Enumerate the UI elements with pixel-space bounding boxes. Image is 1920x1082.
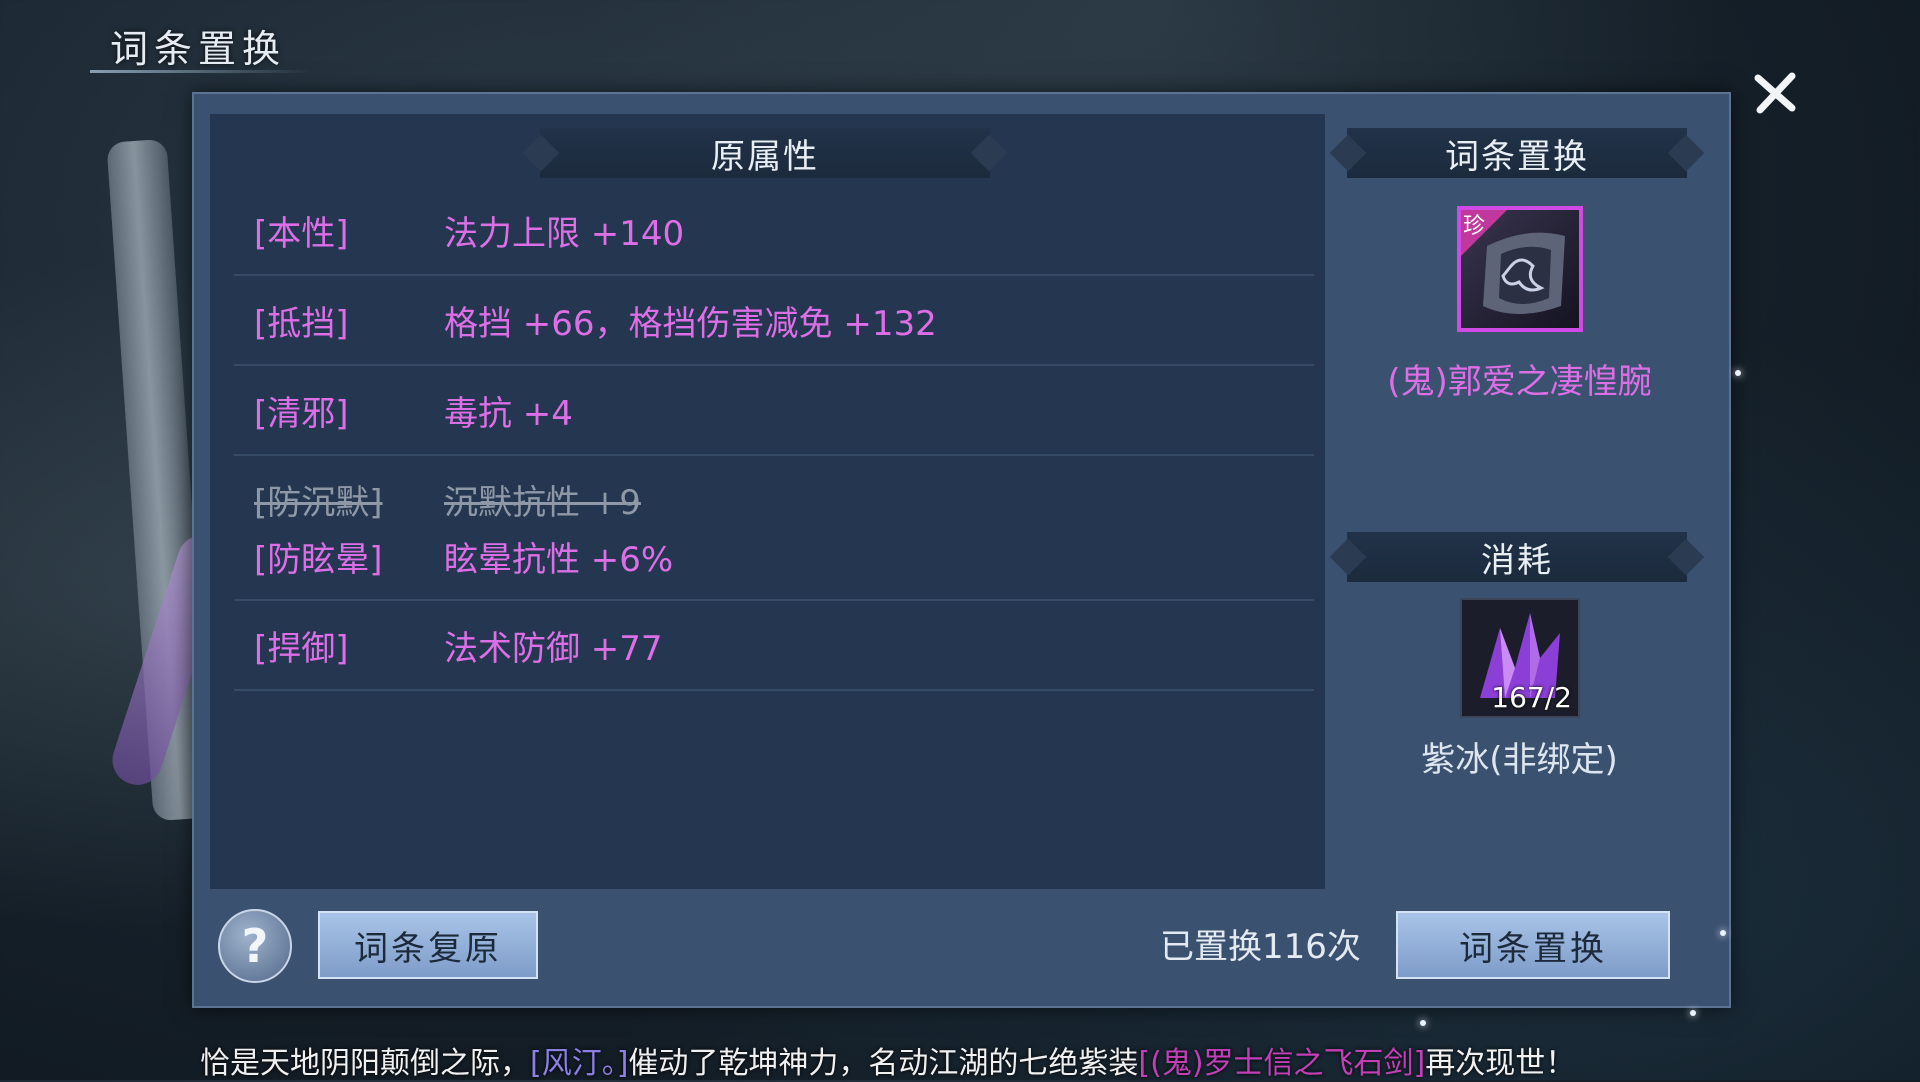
broadcast-ticker: 恰是天地阴阳颠倒之际， [风汀。] 催动了乾坤神力，名动江湖的七绝紫装 [(鬼)… <box>200 1038 1700 1082</box>
attribute-tag: [清邪] <box>254 393 349 434</box>
cost-header-label: 消耗 <box>1481 540 1553 581</box>
attribute-value: 法术防御 +77 <box>444 628 663 669</box>
replace-header: 词条置换 <box>1347 128 1687 178</box>
sparkle-decoration <box>1720 930 1726 936</box>
ticker-item-link[interactable]: [(鬼)罗士信之飞石剑] <box>1138 1038 1425 1082</box>
replace-button[interactable]: 词条置换 <box>1396 911 1670 979</box>
window-title: 词条置换 <box>110 27 287 71</box>
equipment-name: (鬼)郭爱之凄惶腕 <box>1387 362 1652 402</box>
attribute-row: [捍御] 法术防御 +77 <box>234 601 1314 691</box>
replace-panel: 原属性 [本性] 法力上限 +140 [抵挡] 格挡 +66，格挡伤害减免 +1… <box>192 92 1731 1008</box>
attribute-row: [本性] 法力上限 +140 <box>234 186 1314 276</box>
attribute-tag: [捍御] <box>254 628 349 669</box>
sparkle-decoration <box>1690 1010 1696 1016</box>
attribute-value: 格挡 +66，格挡伤害减免 +132 <box>444 303 937 344</box>
attribute-tag: [本性] <box>254 213 349 254</box>
sparkle-decoration <box>1420 1020 1426 1026</box>
cost-header: 消耗 <box>1347 532 1687 582</box>
attribute-row: [抵挡] 格挡 +66，格挡伤害减免 +132 <box>234 276 1314 366</box>
attribute-row: [防沉默] 沉默抗性 +9 [防眩晕] 眩晕抗性 +6% <box>234 456 1314 601</box>
attribute-value-struck: 沉默抗性 +9 <box>444 482 641 523</box>
close-button[interactable] <box>1750 68 1800 118</box>
attribute-row: [清邪] 毒抗 +4 <box>234 366 1314 456</box>
replace-count: 已置换116次 <box>1160 927 1361 967</box>
attribute-list: [本性] 法力上限 +140 [抵挡] 格挡 +66，格挡伤害减免 +132 [… <box>234 186 1314 691</box>
help-button[interactable]: ? <box>218 909 292 983</box>
attribute-tag: [防眩晕] <box>254 539 383 580</box>
replace-header-label: 词条置换 <box>1445 136 1589 177</box>
equipment-slot[interactable]: 珍 <box>1457 206 1583 332</box>
ticker-text-2: 催动了乾坤神力，名动江湖的七绝紫装 <box>628 1046 1139 1081</box>
material-slot[interactable]: 167/2 <box>1460 598 1580 718</box>
ticker-player[interactable]: [风汀。] <box>530 1038 628 1082</box>
rarity-badge: 珍 <box>1463 214 1486 239</box>
original-attributes-header-label: 原属性 <box>711 136 819 177</box>
material-name: 紫冰(非绑定) <box>1421 740 1618 780</box>
ticker-text-1: 恰是天地阴阳颠倒之际， <box>200 1046 530 1081</box>
original-attributes-pane: 原属性 [本性] 法力上限 +140 [抵挡] 格挡 +66，格挡伤害减免 +1… <box>210 114 1325 889</box>
ticker-text-3: 再次现世！ <box>1425 1046 1576 1081</box>
attribute-value: 毒抗 +4 <box>444 393 573 434</box>
bottom-bar: ? 词条复原 已置换116次 词条置换 <box>194 889 1729 1006</box>
title-underline <box>90 70 310 73</box>
replace-side-pane: 词条置换 珍 (鬼)郭爱之凄惶腕 消耗 167/2 紫冰(非绑定) <box>1327 114 1712 889</box>
attribute-value: 法力上限 +140 <box>444 213 685 254</box>
help-icon: ? <box>241 919 269 973</box>
restore-button[interactable]: 词条复原 <box>318 911 538 979</box>
attribute-tag-struck: [防沉默] <box>254 482 383 523</box>
original-attributes-header: 原属性 <box>540 128 990 178</box>
close-icon <box>1754 72 1796 114</box>
sparkle-decoration <box>1735 370 1741 376</box>
material-count: 167/2 <box>1491 681 1572 714</box>
attribute-tag: [抵挡] <box>254 303 349 344</box>
attribute-value: 眩晕抗性 +6% <box>444 539 674 580</box>
